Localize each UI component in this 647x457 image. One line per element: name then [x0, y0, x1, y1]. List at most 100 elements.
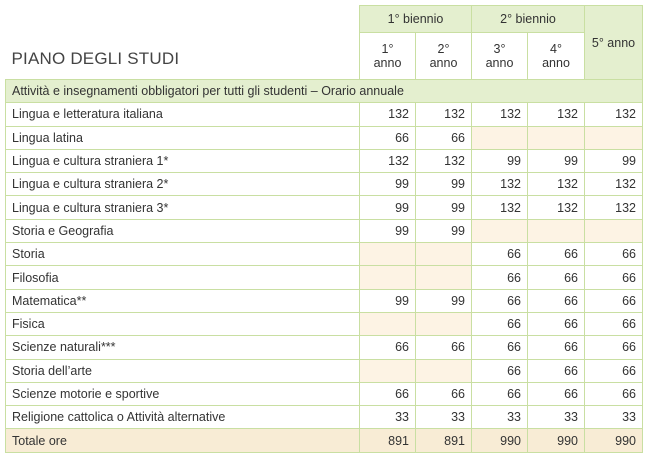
hours-cell: 33	[359, 405, 416, 430]
hours-cell: 99	[584, 148, 643, 174]
hours-cell	[415, 358, 472, 383]
subject-name: Scienze naturali***	[5, 335, 360, 360]
subject-name: Lingua latina	[5, 125, 360, 150]
hours-cell: 66	[359, 125, 416, 150]
hours-cell: 132	[471, 195, 528, 220]
header-year-4: 4° anno	[527, 32, 585, 80]
hours-cell: 132	[471, 102, 528, 127]
table-row: Storia e Geografia 99 99	[5, 218, 643, 244]
header-year-4-number: 4°	[550, 42, 562, 56]
header-first-biennium: 1° biennio	[359, 5, 472, 33]
subject-name: Scienze motorie e sportive	[5, 381, 360, 407]
total-value: 990	[584, 428, 643, 453]
subject-name: Storia e Geografia	[5, 218, 360, 244]
hours-cell: 99	[415, 288, 472, 313]
table-row: Filosofia 66 66 66	[5, 265, 643, 290]
header-row-groups: PIANO DEGLI STUDI 1° biennio 2° biennio …	[6, 5, 643, 80]
subject-name: Lingua e cultura straniera 1*	[5, 148, 360, 174]
header-year-1-number: 1°	[381, 42, 394, 56]
hours-cell: 132	[527, 102, 585, 127]
total-value: 891	[415, 428, 472, 453]
hours-cell: 66	[471, 358, 528, 383]
hours-cell: 66	[471, 381, 528, 407]
subject-name: Religione cattolica o Attività alternati…	[5, 405, 360, 430]
hours-cell	[415, 242, 472, 267]
hours-cell: 132	[415, 148, 472, 174]
hours-cell: 66	[584, 358, 643, 383]
subject-name: Lingua e cultura straniera 3*	[5, 195, 360, 220]
hours-cell	[471, 218, 528, 244]
subject-name: Matematica**	[5, 288, 360, 313]
header-year-2-number: 2°	[437, 42, 450, 56]
hours-cell: 99	[359, 288, 416, 313]
hours-cell: 66	[527, 311, 585, 337]
hours-cell	[359, 242, 416, 267]
hours-cell: 66	[415, 381, 472, 407]
total-value: 891	[359, 428, 416, 453]
table-row: Lingua e cultura straniera 1* 132 132 99 99 9…	[5, 148, 643, 174]
hours-cell: 33	[415, 405, 472, 430]
hours-cell: 66	[527, 265, 585, 290]
hours-cell: 99	[415, 218, 472, 244]
hours-cell: 99	[471, 148, 528, 174]
hours-cell: 66	[471, 311, 528, 337]
subject-name: Storia dell’arte	[5, 358, 360, 383]
table-row: Storia dell’arte 66 66 66	[5, 358, 643, 383]
hours-cell: 66	[471, 265, 528, 290]
header-year-2-word: anno	[429, 56, 458, 70]
section-row: Attività e insegnamenti obbligatori per …	[5, 78, 643, 104]
hours-cell: 66	[415, 335, 472, 360]
header-year-1-word: anno	[373, 56, 402, 70]
hours-cell: 132	[471, 172, 528, 197]
hours-cell: 132	[359, 148, 416, 174]
hours-cell: 66	[527, 358, 585, 383]
hours-cell	[471, 125, 528, 150]
hours-cell: 66	[359, 335, 416, 360]
table-row: Lingua e letteratura italiana 132 132 132 13…	[5, 102, 643, 127]
table-row: Fisica 66 66 66	[5, 311, 643, 337]
hours-cell: 66	[584, 381, 643, 407]
header-year-2: 2° anno	[415, 32, 472, 80]
table-row: Religione cattolica o Attività alternati…	[5, 405, 643, 430]
subject-name: Lingua e cultura straniera 2*	[5, 172, 360, 197]
hours-cell	[584, 125, 643, 150]
hours-cell: 132	[359, 102, 416, 127]
hours-cell: 66	[471, 242, 528, 267]
hours-cell	[415, 311, 472, 337]
hours-cell: 66	[584, 288, 643, 313]
hours-cell: 66	[527, 381, 585, 407]
subject-rows: Lingua e letteratura italiana 132 132 132 13…	[5, 102, 643, 430]
table-row: Lingua e cultura straniera 2* 99 99 132 132 1…	[5, 172, 643, 197]
table-row: Scienze motorie e sportive 66 66 66 66 66	[5, 381, 643, 407]
hours-cell	[527, 218, 585, 244]
table-row: Scienze naturali*** 66 66 66 66 66	[5, 335, 643, 360]
hours-cell: 66	[584, 311, 643, 337]
total-label: Totale ore	[5, 428, 360, 453]
hours-cell	[415, 265, 472, 290]
total-value: 990	[471, 428, 528, 453]
hours-cell: 99	[359, 218, 416, 244]
header-second-biennium: 2° biennio	[471, 5, 585, 33]
study-plan-page: PIANO DEGLI STUDI 1° biennio 2° biennio …	[0, 0, 647, 457]
hours-cell: 66	[471, 288, 528, 313]
table-row: Lingua e cultura straniera 3* 99 99 132 132 1…	[5, 195, 643, 220]
hours-cell: 66	[471, 335, 528, 360]
hours-cell: 99	[527, 148, 585, 174]
hours-cell: 33	[527, 405, 585, 430]
table-row: Lingua latina 66 66	[5, 125, 643, 150]
hours-cell: 99	[359, 195, 416, 220]
header-year-3-number: 3°	[493, 42, 506, 56]
hours-cell: 99	[359, 172, 416, 197]
total-row: Totale ore 891 891 990 990 990	[5, 428, 643, 453]
hours-cell: 33	[584, 405, 643, 430]
hours-cell: 66	[359, 381, 416, 407]
hours-cell: 66	[415, 125, 472, 150]
subject-name: Filosofia	[5, 265, 360, 290]
total-value: 990	[527, 428, 585, 453]
study-plan-table: PIANO DEGLI STUDI 1° biennio 2° biennio …	[5, 5, 643, 453]
hours-cell: 132	[584, 172, 643, 197]
hours-cell: 132	[527, 172, 585, 197]
header-year-1: 1° anno	[359, 32, 416, 80]
hours-cell	[359, 311, 416, 337]
hours-cell: 66	[527, 242, 585, 267]
